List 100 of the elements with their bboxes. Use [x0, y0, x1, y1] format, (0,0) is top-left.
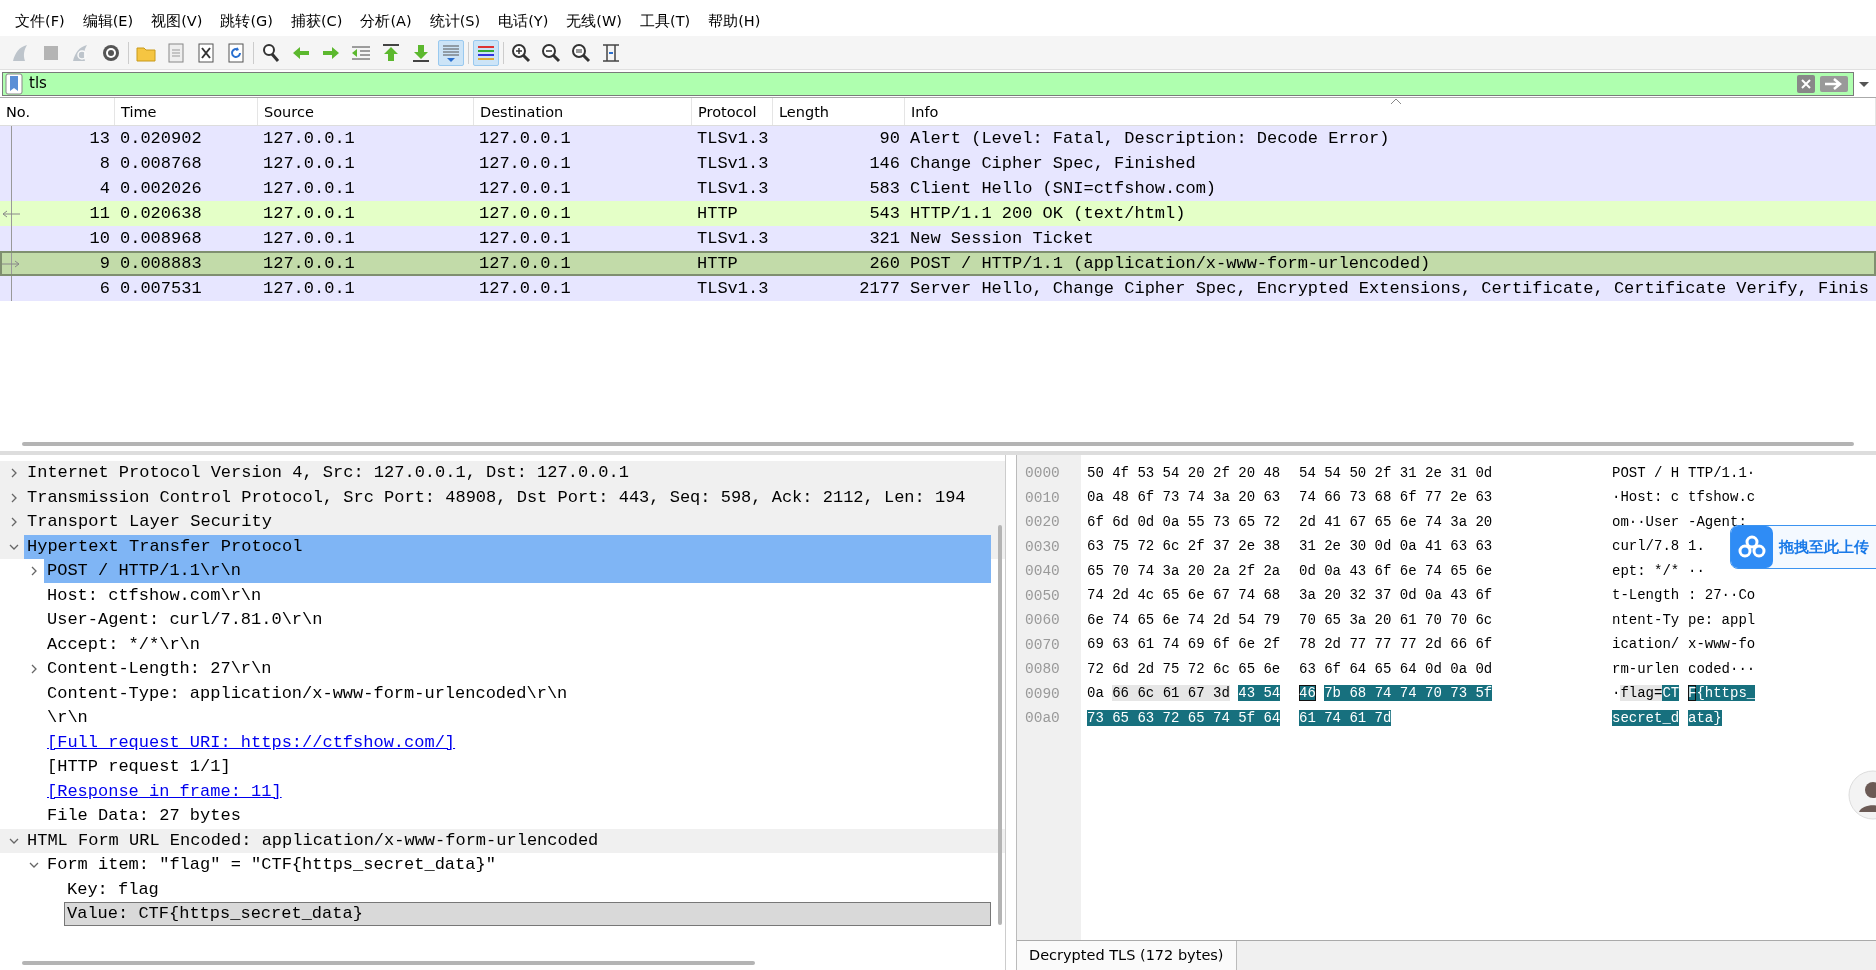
tree-item[interactable]: [HTTP request 1/1] [44, 755, 991, 780]
ascii-text: secret_d [1612, 709, 1680, 726]
hex-bytes: 66 6c 61 67 3d [1112, 685, 1230, 702]
packet-info: HTTP/1.1 200 OK (text/html) [909, 202, 1187, 225]
tree-item[interactable]: POST / HTTP/1.1\r\n [44, 559, 991, 584]
hex-bytes: 6f 6d 0d 0a 55 73 65 72 [1087, 513, 1281, 530]
menu-item[interactable]: 电话(Y) [489, 9, 558, 35]
packet-length: 543 [868, 202, 901, 225]
expand-icon[interactable] [29, 565, 39, 578]
tree-item[interactable]: Accept: */*\r\n [44, 632, 991, 657]
column-header[interactable]: Source [258, 98, 474, 125]
tree-item[interactable]: User-Agent: curl/7.81.0\r\n [44, 608, 991, 633]
packet-info: Alert (Level: Fatal, Description: Decode Error) [909, 127, 1391, 150]
expand-icon[interactable] [9, 491, 19, 504]
packet-time: 0.020902 [119, 127, 203, 150]
expand-icon[interactable] [9, 467, 19, 480]
packet-length: 321 [868, 227, 901, 250]
scrollbar-thumb[interactable] [998, 525, 1002, 925]
hex-bytes: 46 [1299, 685, 1316, 702]
packet-time: 0.008768 [119, 152, 203, 175]
menu-item[interactable]: 帮助(H) [699, 9, 770, 35]
packet-time: 0.002026 [119, 177, 203, 200]
ascii-text: POST / H [1612, 464, 1680, 481]
packet-row[interactable]: 4 0.002026 127.0.0.1 127.0.0.1 TLSv1.3 583 Client Hello (SNI=ctfshow.com) [0, 176, 1876, 201]
menu-item[interactable]: 跳转(G) [211, 9, 282, 35]
packet-row[interactable]: 8 0.008768 127.0.0.1 127.0.0.1 TLSv1.3 146 Change Cipher Spec, Finished [0, 151, 1876, 176]
hex-bytes: 43 54 [1238, 685, 1281, 702]
column-header[interactable]: Time [115, 98, 258, 125]
menu-item[interactable]: 工具(T) [631, 9, 700, 35]
packet-row[interactable]: 9 0.008883 127.0.0.1 127.0.0.1 HTTP 260 POST / HTTP/1.1 (application/x-www-form-urlencoded) [0, 251, 1876, 276]
packet-destination: 127.0.0.1 [478, 152, 572, 175]
expand-icon[interactable] [9, 516, 19, 529]
column-header[interactable]: Protocol [692, 98, 773, 125]
packet-row[interactable]: 6 0.007531 127.0.0.1 127.0.0.1 TLSv1.3 2177 Server Hello, Change Cipher Spec, Encrypted Extensions, Certificate, Certificate Verify, Finis [0, 276, 1876, 301]
column-header[interactable]: No. [0, 98, 115, 125]
expand-icon[interactable] [29, 663, 39, 676]
tree-item[interactable]: Content-Length: 27\r\n [44, 657, 991, 682]
hex-bytes: 2d 41 67 65 6e 74 3a 20 [1299, 513, 1493, 530]
packet-row[interactable]: 11 0.020638 127.0.0.1 127.0.0.1 HTTP 543 HTTP/1.1 200 OK (text/html) [0, 201, 1876, 226]
ascii-text: F [1688, 685, 1697, 702]
scrollbar-thumb[interactable] [22, 442, 1854, 446]
hex-bytes: 65 70 74 3a 20 2a 2f 2a [1087, 562, 1281, 579]
packet-source: 127.0.0.1 [262, 202, 356, 225]
packet-row[interactable]: 10 0.008968 127.0.0.1 127.0.0.1 TLSv1.3 321 New Session Ticket [0, 226, 1876, 251]
menu-item[interactable]: 无线(W) [557, 9, 631, 35]
bookmark-icon[interactable] [5, 72, 23, 95]
hex-bytes: 61 74 61 7d [1299, 709, 1392, 726]
menu-item[interactable]: 视图(V) [142, 9, 212, 35]
clear-icon[interactable] [1796, 73, 1816, 94]
byte-view-tab[interactable]: Decrypted TLS (172 bytes) [1017, 941, 1237, 970]
hex-bytes: 63 75 72 6c 2f 37 2e 38 [1087, 538, 1281, 555]
tree-item[interactable]: File Data: 27 bytes [44, 804, 991, 829]
packet-destination: 127.0.0.1 [478, 227, 572, 250]
menu-item[interactable]: 编辑(E) [73, 9, 143, 35]
cloud-icon [1737, 535, 1767, 559]
colorize-icon[interactable] [473, 39, 499, 66]
packet-protocol: TLSv1.3 [696, 177, 770, 200]
ascii-text: pe: appl [1688, 611, 1756, 628]
link[interactable]: [Response in frame: 11] [47, 781, 282, 801]
ascii-text: ept: */* [1612, 562, 1680, 579]
menu-item[interactable]: 统计(S) [420, 9, 490, 35]
packet-row[interactable]: 13 0.020902 127.0.0.1 127.0.0.1 TLSv1.3 90 Alert (Level: Fatal, Description: Decode Error) [0, 126, 1876, 151]
hex-bytes: 3a 20 32 37 0d 0a 43 6f [1299, 587, 1493, 604]
menu-item[interactable]: 分析(A) [351, 9, 421, 35]
menu-item[interactable]: 捕获(C) [281, 9, 352, 35]
hex-bytes: 6e 74 65 6e 74 2d 54 79 [1087, 611, 1281, 628]
packet-destination: 127.0.0.1 [478, 177, 572, 200]
packet-length: 2177 [858, 277, 901, 300]
hex-offset: 0050 [1024, 586, 1061, 606]
ascii-text: t-Length [1612, 587, 1680, 604]
tree-item[interactable]: Host: ctfshow.com\r\n [44, 583, 991, 608]
hex-bytes: 0d 0a 43 6f 6e 74 65 6e [1299, 562, 1493, 579]
tree-item[interactable]: Key: flag [64, 877, 991, 902]
scrollbar-thumb[interactable] [22, 961, 755, 965]
packet-destination: 127.0.0.1 [478, 127, 572, 150]
hex-bytes: 74 2d 4c 65 6e 67 74 68 [1087, 587, 1281, 604]
tree-item[interactable]: \r\n [44, 706, 991, 731]
column-header[interactable]: Destination [474, 98, 692, 125]
tree-item[interactable]: Value: CTF{https_secret_data} [64, 902, 991, 927]
ascii-text: rm-urlen [1612, 660, 1680, 677]
tree-item[interactable]: Hypertext Transfer Protocol [24, 534, 991, 559]
packet-source: 127.0.0.1 [262, 227, 356, 250]
packet-destination: 127.0.0.1 [478, 252, 572, 275]
hex-offset: 00a0 [1024, 709, 1061, 728]
column-header[interactable]: Length [773, 98, 905, 125]
upload-widget[interactable]: 拖拽至此上传 [1730, 525, 1876, 569]
tree-item[interactable]: Content-Type: application/x-www-form-urlencoded\r\n [44, 681, 991, 706]
link[interactable]: [Full request URI: https://ctfshow.com/] [47, 732, 456, 752]
packet-destination: 127.0.0.1 [478, 202, 572, 225]
upload-label: 拖拽至此上传 [1779, 536, 1869, 558]
ascii-text: ·· [1688, 562, 1705, 579]
packet-info: New Session Ticket [909, 227, 1095, 250]
packet-time: 0.008883 [119, 252, 203, 275]
packet-number: 8 [99, 152, 110, 175]
packet-source: 127.0.0.1 [262, 252, 356, 275]
column-header[interactable]: Info [905, 98, 1876, 125]
packet-time: 0.007531 [119, 277, 203, 300]
hex-bytes: 74 66 73 68 6f 77 2e 63 [1299, 489, 1493, 506]
menu-item[interactable]: 文件(F) [6, 9, 74, 35]
tree-item[interactable]: Form item: "flag" = "CTF{https_secret_data}" [44, 853, 991, 878]
